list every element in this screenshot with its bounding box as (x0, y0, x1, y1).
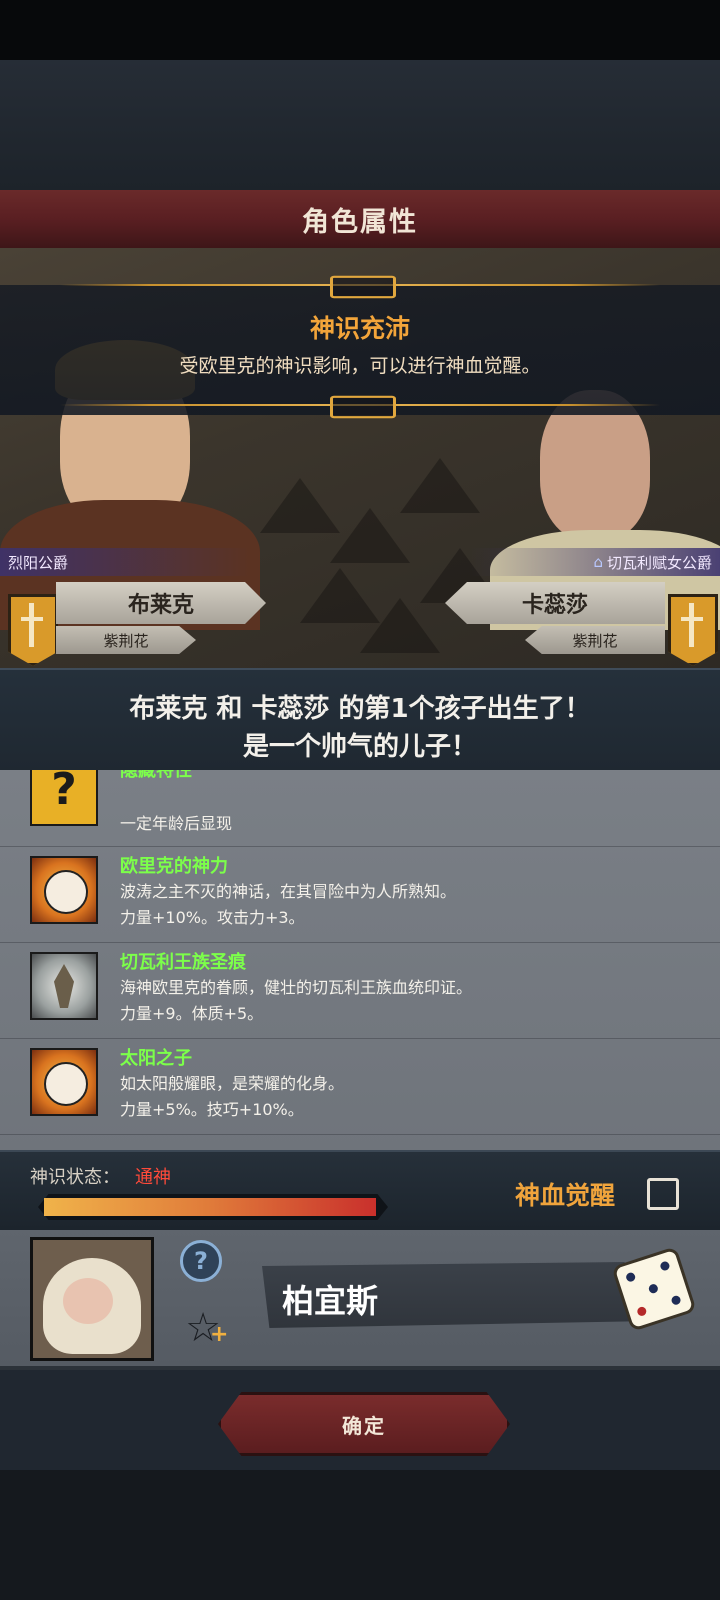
confirm-button[interactable]: 确定 (218, 1392, 510, 1456)
father-house: 紫荆花 (56, 626, 196, 654)
divine-progress-fill (44, 1198, 376, 1216)
ornament-bottom (60, 395, 660, 419)
question-mark-icon: ? (30, 770, 98, 826)
house-icon: ⌂ (593, 553, 603, 571)
awaken-label: 神血觉醒 (515, 1181, 616, 1210)
trait-effect: 力量+5%。技巧+10%。 (120, 1100, 304, 1119)
trait-effect: 力量+9。体质+5。 (120, 1004, 264, 1023)
trait-item[interactable]: 切瓦利王族圣痕 海神欧里克的眷顾，健壮的切瓦利王族血统印证。 力量+9。体质+5… (0, 942, 720, 1039)
mother-house: 紫荆花 (525, 626, 665, 654)
father-name: 布莱克 (56, 582, 266, 624)
background-top (0, 60, 720, 190)
mother-name: 卡蕊莎 (445, 582, 665, 624)
father-banner-icon (8, 594, 58, 666)
plus-icon: + (210, 1322, 229, 1347)
awaken-checkbox[interactable] (647, 1178, 679, 1210)
smiling-sun-icon (30, 856, 98, 924)
notice-description: 受欧里克的神识影响，可以进行神血觉醒。 (179, 355, 541, 377)
status-bar (0, 0, 720, 60)
trait-name: 欧里克的神力 (120, 856, 228, 877)
trait-item[interactable]: 太阳之子 如太阳般耀眼，是荣耀的化身。 力量+5%。技巧+10%。 (0, 1038, 720, 1135)
mother-banner-icon (668, 594, 718, 666)
trait-name: 隐藏特性 (120, 770, 192, 781)
trait-description: 如太阳般耀眼，是荣耀的化身。 (120, 1074, 345, 1093)
divine-status-value: 通神 (135, 1167, 171, 1188)
trait-effect: 一定年龄后显现 (120, 814, 233, 833)
trait-description: 波涛之主不灭的神话，在其冒险中为人所熟知。 (120, 882, 457, 901)
divine-status-label: 神识状态： (30, 1167, 120, 1188)
father-title: 烈阳公爵 (0, 548, 250, 576)
birth-message-line2: 是一个帅气的儿子！ (242, 732, 477, 762)
notice-title: 神识充沛 (309, 314, 410, 343)
trait-name: 切瓦利王族圣痕 (120, 952, 246, 973)
smiling-sun-icon (30, 1048, 98, 1116)
birth-message-line1: 布莱克 和 卡蕊莎 的第1个孩子出生了！ (129, 694, 591, 724)
trait-list[interactable]: ? 隐藏特性 一定年龄后显现 欧里克的神力 波涛之主不灭的神话，在其冒险中为人所… (0, 770, 720, 1150)
crest-icon (30, 952, 98, 1020)
dialog-title: 角色属性 (0, 190, 720, 250)
trait-item[interactable]: ? 隐藏特性 一定年龄后显现 (0, 770, 720, 847)
trait-name: 太阳之子 (120, 1048, 192, 1069)
background-bottom (0, 1470, 720, 1600)
child-avatar (30, 1237, 154, 1361)
ornament-top (60, 275, 660, 299)
child-name[interactable]: 柏宜斯 (282, 1276, 378, 1322)
birth-message: 布莱克 和 卡蕊莎 的第1个孩子出生了！ 是一个帅气的儿子！ (0, 668, 720, 772)
mother-title: ⌂ 切瓦利赋女公爵 (470, 548, 720, 576)
trait-item[interactable]: 欧里克的神力 波涛之主不灭的神话，在其冒险中为人所熟知。 力量+10%。攻击力+… (0, 846, 720, 943)
help-button[interactable]: ? (180, 1240, 222, 1282)
trait-effect: 力量+10%。攻击力+3。 (120, 908, 305, 927)
trait-description: 海神欧里克的眷顾，健壮的切瓦利王族血统印证。 (120, 978, 473, 997)
question-icon: ? (194, 1247, 208, 1275)
notice-banner: 神识充沛 受欧里克的神识影响，可以进行神血觉醒。 (0, 275, 720, 419)
